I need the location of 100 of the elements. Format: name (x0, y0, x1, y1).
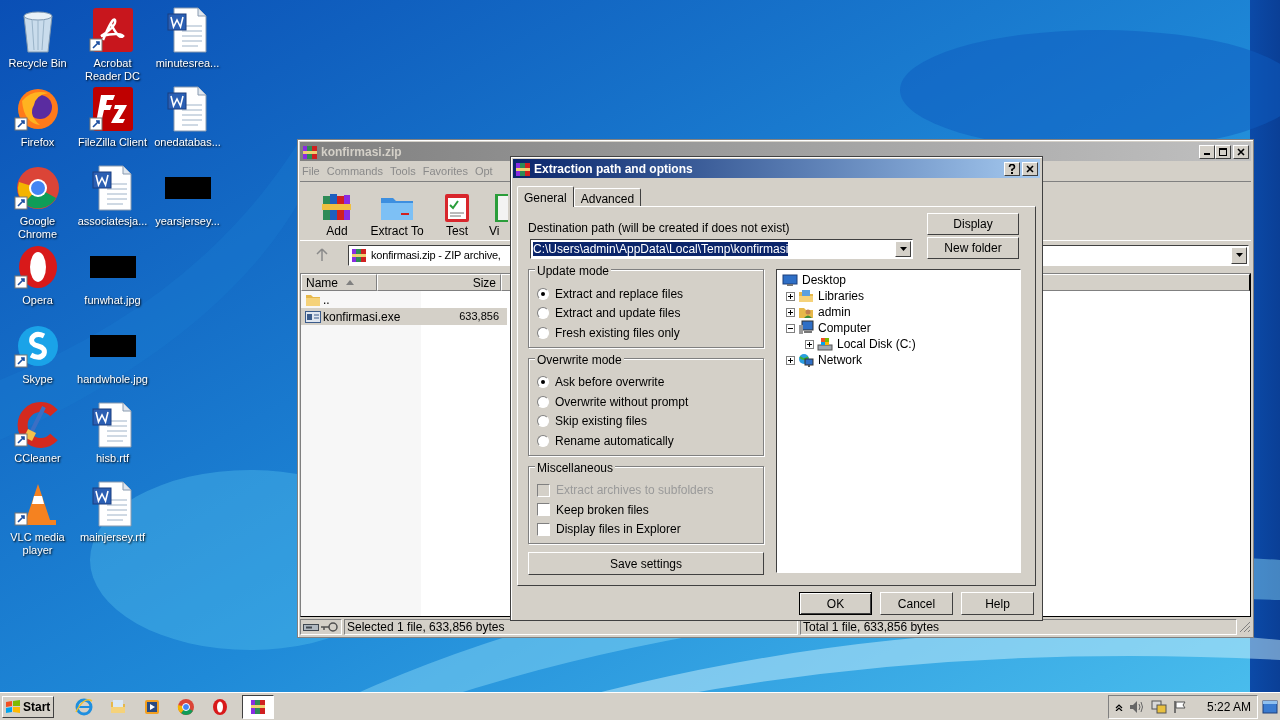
tree-item[interactable]: Libraries (817, 287, 866, 305)
expand-icon[interactable] (786, 355, 795, 365)
network-icon[interactable] (1151, 699, 1167, 714)
checkbox[interactable] (537, 503, 550, 517)
radio-button[interactable] (537, 415, 549, 428)
sort-ascending-icon (346, 280, 354, 285)
dropdown-button[interactable] (1231, 246, 1247, 264)
image-thumbnail[interactable] (164, 177, 211, 199)
icon-label[interactable]: minutesrea... (150, 57, 225, 70)
icon-label[interactable]: Opera (0, 294, 75, 307)
image-thumbnail[interactable] (89, 335, 136, 357)
folder-icon (109, 697, 127, 716)
tab[interactable]: General (517, 186, 574, 207)
drive-icon (303, 622, 319, 631)
column-header[interactable]: Size (377, 274, 501, 291)
speaker-icon[interactable] (1129, 699, 1145, 714)
option-label[interactable]: Ask before overwrite (555, 373, 665, 392)
icon-label[interactable]: associatesja... (75, 215, 150, 228)
computer-icon (798, 320, 814, 336)
tree-item[interactable]: Desktop (801, 271, 848, 289)
tree-item[interactable]: Network (817, 351, 863, 369)
toolbar-button[interactable]: Test (432, 190, 482, 238)
tab[interactable]: Advanced (573, 188, 642, 206)
button[interactable]: Display (927, 213, 1019, 235)
browser-e-icon (75, 697, 93, 716)
globe-icon (798, 352, 814, 368)
file-row[interactable]: .. (301, 291, 507, 308)
radio-button[interactable] (537, 326, 549, 339)
archive-books-icon (302, 143, 318, 160)
icon-label[interactable]: Acrobat Reader DC (75, 57, 150, 83)
toolbar-button[interactable]: Extract To (366, 190, 428, 238)
option-label[interactable]: Extract and update files (555, 304, 681, 323)
windows-flag-icon (5, 698, 21, 715)
option-label[interactable]: Skip existing files (555, 412, 648, 431)
start-button[interactable]: Start (2, 695, 54, 718)
checkbox[interactable] (537, 522, 550, 536)
archive-books-icon (249, 697, 267, 716)
tree-item[interactable]: admin (817, 303, 852, 321)
save-settings-button[interactable]: Save settings (528, 552, 764, 575)
button[interactable]: New folder (927, 237, 1019, 259)
maximize-button[interactable] (1215, 144, 1231, 159)
icon-label[interactable]: hisb.rtf (75, 452, 150, 465)
clock[interactable]: 5:22 AM (1206, 697, 1251, 716)
radio-button[interactable] (537, 434, 549, 447)
radio-button[interactable] (537, 376, 549, 389)
close-button[interactable] (1022, 161, 1038, 176)
media-player-icon (143, 697, 161, 716)
icon-label[interactable]: onedatabas... (150, 136, 225, 149)
icon-label[interactable]: CCleaner (0, 452, 75, 465)
show-desktop-icon[interactable] (1262, 699, 1278, 714)
expand-icon[interactable] (805, 339, 814, 349)
radio-button[interactable] (537, 395, 549, 408)
option-label[interactable]: Fresh existing files only (555, 323, 680, 342)
expand-icon[interactable] (786, 291, 795, 301)
option-label[interactable]: Keep broken files (556, 500, 649, 519)
button[interactable]: Cancel (880, 592, 953, 615)
drive-icon (817, 336, 833, 352)
icon-label[interactable]: Google Chrome (0, 215, 75, 241)
destination-combobox[interactable]: C:\Users\admin\AppData\Local\Temp\konfirmasi (530, 239, 913, 259)
tree-item[interactable]: Computer (817, 319, 872, 337)
icon-label[interactable]: FileZilla Client (75, 136, 150, 149)
icon-label[interactable]: funwhat.jpg (75, 294, 150, 307)
toolbar-button[interactable]: Add (312, 190, 362, 238)
chevron-up-icon[interactable] (1115, 702, 1123, 711)
help-button[interactable] (1004, 161, 1020, 176)
minimize-button[interactable] (1199, 144, 1215, 159)
collapse-icon[interactable] (786, 323, 795, 333)
radio-button[interactable] (537, 287, 549, 300)
icon-label[interactable]: yearsjersey... (150, 215, 225, 228)
icon-label[interactable]: Skype (0, 373, 75, 386)
radio-button[interactable] (537, 307, 549, 320)
expand-icon[interactable] (786, 307, 795, 317)
field-label: Destination path (will be created if does not exist) (528, 220, 791, 235)
monitor-icon (782, 272, 798, 288)
icon-label[interactable]: Firefox (0, 136, 75, 149)
dropdown-arrow-icon (1235, 253, 1243, 257)
icon-label[interactable]: Recycle Bin (0, 57, 75, 70)
option-label[interactable]: Display files in Explorer (556, 520, 681, 539)
up-arrow-icon (316, 248, 328, 262)
option-label[interactable]: Overwrite without prompt (555, 392, 689, 411)
question-mark-icon (1008, 163, 1016, 174)
flag-icon[interactable] (1173, 699, 1187, 714)
folder-icon (798, 288, 814, 304)
button[interactable]: OK (799, 592, 872, 615)
chrome-icon (177, 697, 195, 716)
image-thumbnail[interactable] (89, 256, 136, 278)
option-label[interactable]: Rename automatically (555, 431, 674, 450)
icon-label[interactable]: handwhole.jpg (75, 373, 150, 386)
tree-item[interactable]: Local Disk (C:) (836, 335, 917, 353)
archive-books-icon (351, 247, 367, 263)
chrome-icon[interactable] (13, 164, 62, 212)
taskbar-button[interactable] (242, 694, 274, 719)
column-header[interactable]: Name (301, 274, 377, 291)
button[interactable]: Help (961, 592, 1034, 615)
close-button[interactable] (1233, 144, 1249, 159)
option-label[interactable]: Extract and replace files (555, 284, 684, 303)
file-row[interactable]: konfirmasi.exe 633,856 (301, 308, 507, 325)
dropdown-button[interactable] (895, 241, 911, 257)
icon-label[interactable]: VLC media player (0, 531, 75, 557)
folder-icon (305, 292, 321, 307)
